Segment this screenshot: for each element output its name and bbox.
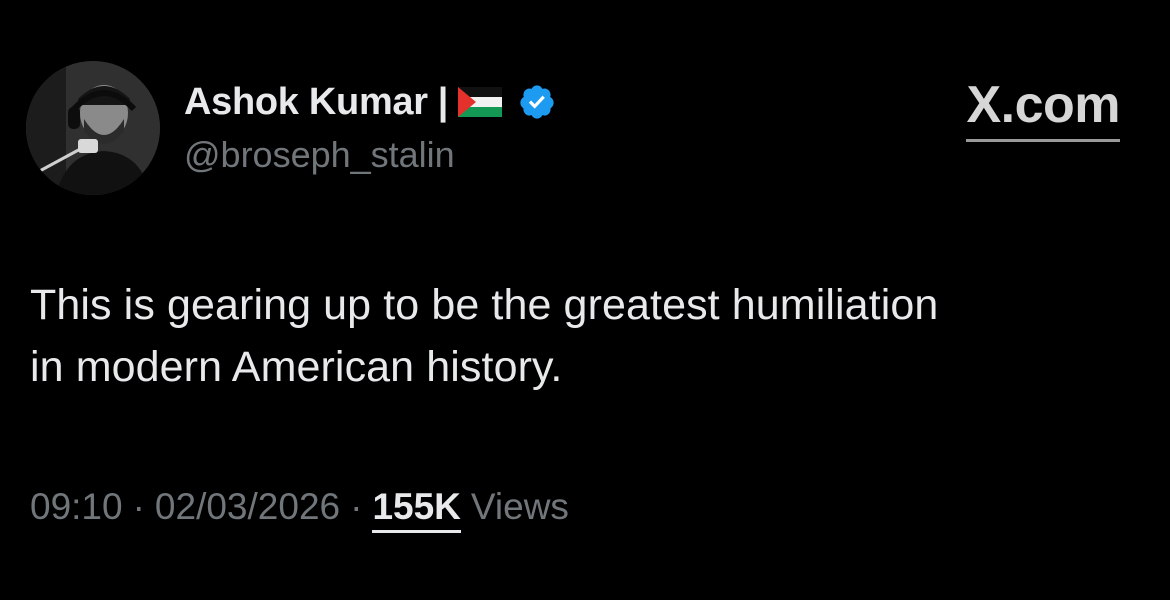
avatar-image (26, 61, 160, 195)
verified-badge-icon (518, 83, 556, 121)
views-count[interactable]: 155K (372, 486, 461, 533)
views-label: Views (470, 486, 569, 527)
author-handle[interactable]: @broseph_stalin (184, 134, 455, 176)
tweet-meta: 09:10 · 02/03/2026 · 155K Views (30, 486, 569, 533)
name-separator: | (437, 80, 449, 123)
tweet-text-line: This is gearing up to be the greatest hu… (30, 281, 939, 329)
meta-separator: · (132, 486, 145, 527)
x-com-link[interactable]: X.com (966, 78, 1120, 142)
author-name-row[interactable]: Ashok Kumar | (184, 78, 556, 126)
author-display-name[interactable]: Ashok Kumar (184, 81, 428, 124)
palestine-flag-icon (458, 87, 503, 117)
meta-separator: · (350, 486, 363, 527)
tweet-text: This is gearing up to be the greatest hu… (30, 274, 1140, 398)
tweet-time[interactable]: 09:10 (30, 486, 123, 528)
tweet-date[interactable]: 02/03/2026 (155, 486, 340, 528)
avatar[interactable] (26, 61, 160, 195)
tweet-text-line: in modern American history. (30, 343, 563, 391)
